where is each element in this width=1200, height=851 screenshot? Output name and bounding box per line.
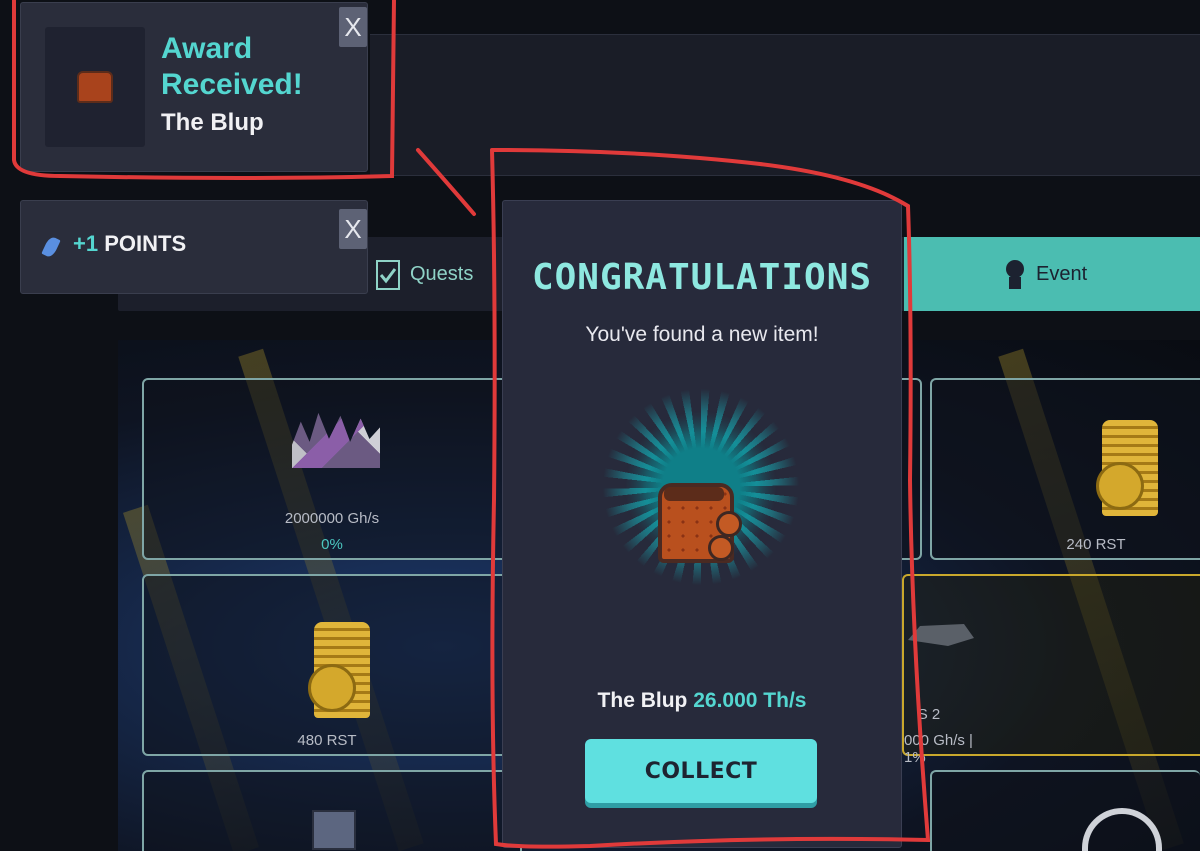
modal-title: CONGRATULATIONS [531,257,873,298]
card-price: 240 RST [1066,536,1126,553]
checklist-icon [376,260,400,290]
wheels-icon [1082,808,1162,851]
card-progress: 0% [321,536,343,553]
device-icon [312,810,356,850]
miner-rig-icon [908,624,974,646]
item-card-device[interactable] [142,770,522,851]
item-card-partial[interactable] [902,378,922,560]
award-thumbnail [45,27,145,147]
close-button[interactable]: X [339,7,367,47]
item-card-coins-480[interactable]: 480 RST [142,574,522,756]
tab-quests-label: Quests [410,262,474,285]
item-rate: 26.000 Th/s [693,689,807,712]
points-amount: +1 [73,231,99,256]
collect-button[interactable]: COLLECT [585,739,817,803]
coin-face [308,664,356,712]
award-title: Award Received! [161,32,303,101]
item-card-coins-240[interactable]: 240 RST [930,378,1200,560]
blup-icon [658,483,746,569]
blup-top [664,487,724,501]
blup-ball [716,511,742,537]
card-price: 480 RST [297,732,357,749]
item-card-rig[interactable]: S 2 000 Gh/s | 1% [902,574,1200,766]
tab-event[interactable]: Event [904,237,1200,311]
item-card-crystal[interactable]: 2000000 Gh/s 0% [142,378,522,560]
tab-event-label: Event [1036,262,1088,285]
card-hashrate: 2000000 Gh/s [284,510,380,527]
modal-subtitle: You've found a new item! [585,323,819,346]
points-notification: +1 POINTS X [20,200,368,294]
medal-icon [1006,260,1024,289]
coin-face [1096,462,1144,510]
award-notification: Award Received! The Blup X [20,2,368,172]
card-rig-info: 000 Gh/s | 1% [904,732,973,766]
award-item-name: The Blup [161,109,264,136]
blup-icon [77,71,113,103]
close-button[interactable]: X [339,209,367,249]
tab-quests[interactable]: Quests [376,237,473,311]
coins-icon [1096,420,1158,516]
feather-icon [41,235,61,259]
blup-ball [708,535,734,561]
item-summary: The Blup 26.000 Th/s [503,689,901,713]
congratulations-modal: CONGRATULATIONS You've found a new item!… [502,200,902,848]
coins-icon [308,622,370,718]
points-text: +1 POINTS [73,231,186,257]
item-name: The Blup [597,689,688,712]
crystal-icon [292,412,380,468]
app-header [370,34,1200,176]
item-card-wheels[interactable] [930,770,1200,851]
points-label: POINTS [104,231,187,256]
